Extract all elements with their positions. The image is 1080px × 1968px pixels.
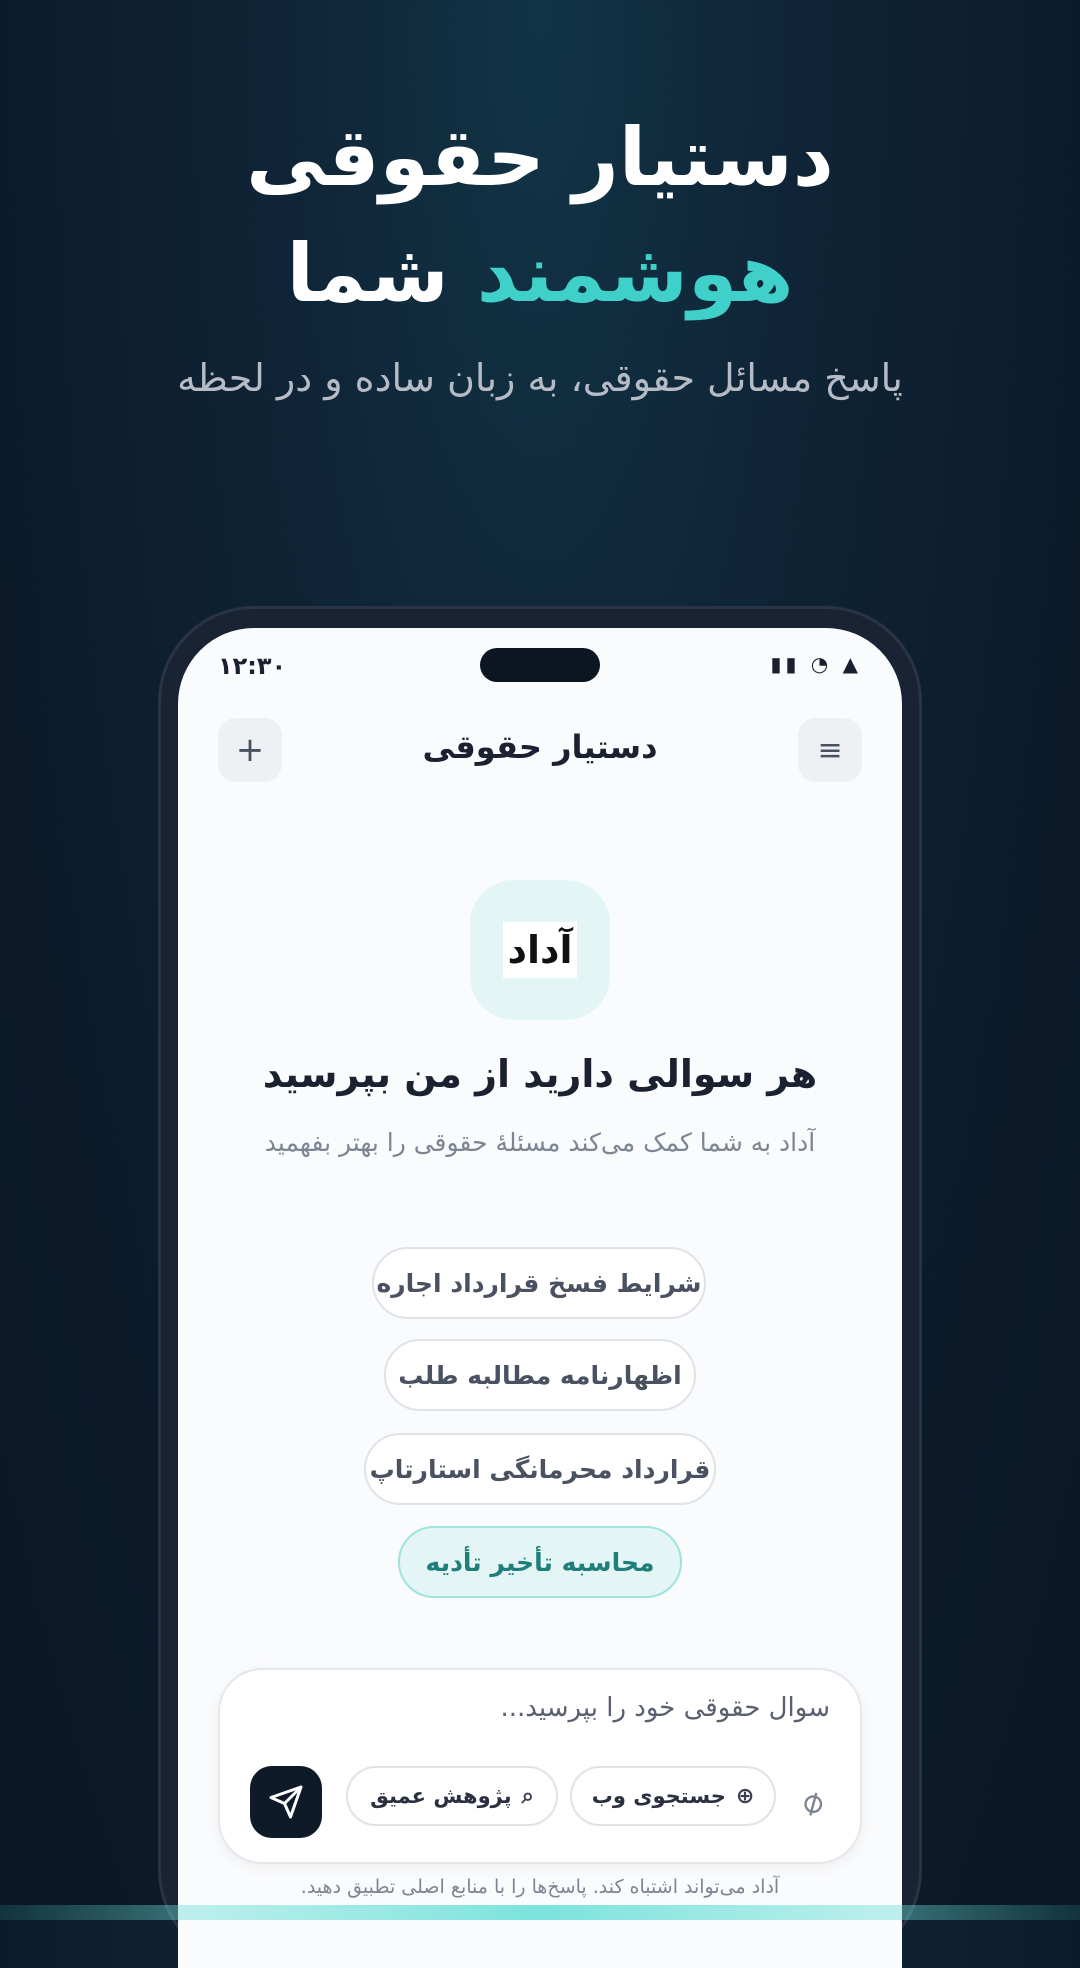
question-input[interactable] xyxy=(268,1692,832,1724)
status-icons: ▮▮ ◔ ▲ xyxy=(770,652,862,676)
welcome-heading: هر سوالی دارید از من بپرسید xyxy=(262,1052,818,1096)
search-icon: ⌕ xyxy=(521,1783,534,1809)
composer: ⌀ ⊕ جستجوی وب ⌕ پژوهش عمیق xyxy=(218,1668,862,1864)
send-paper-plane-icon xyxy=(269,1785,303,1819)
hero-title-line2: هوشمند شما xyxy=(0,216,1080,332)
clock-icon: ◔ xyxy=(810,652,833,676)
globe-icon: ⊕ xyxy=(735,1783,755,1809)
suggestion-chip[interactable]: قرارداد محرمانگی استارتاپ xyxy=(364,1433,716,1505)
suggestion-chip[interactable]: اظهارنامه مطالبه طلب xyxy=(384,1339,696,1411)
dynamic-island xyxy=(480,648,600,682)
hero-subtitle: پاسخ مسائل حقوقی، به زبان ساده و در لحظه xyxy=(177,356,903,400)
web-search-button[interactable]: ⊕ جستجوی وب xyxy=(570,1766,776,1826)
hero-title: دستیار حقوقی هوشمند شما xyxy=(0,100,1080,332)
logo-text: آداد xyxy=(503,922,577,978)
plus-icon: + xyxy=(235,730,265,770)
phone-screen: ۱۲:۳۰ ▮▮ ◔ ▲ ≡ دستیار حقوقی + آداد هر سو… xyxy=(178,628,902,1968)
wifi-triangle-icon: ▲ xyxy=(842,652,862,676)
suggestion-chip[interactable]: شرایط فسخ قرارداد اجاره xyxy=(372,1247,706,1319)
status-time: ۱۲:۳۰ xyxy=(218,652,287,680)
web-search-label: جستجوی وب xyxy=(591,1784,726,1808)
paperclip-icon[interactable]: ⌀ xyxy=(785,1775,840,1830)
hero-title-line1: دستیار حقوقی xyxy=(246,111,834,204)
app-title: دستیار حقوقی xyxy=(422,728,658,766)
hero-title-rest: شما xyxy=(286,227,449,320)
suggestion-chip-active[interactable]: محاسبه تأخیر تأدیه xyxy=(398,1526,682,1598)
hero-title-accent: هوشمند xyxy=(476,227,794,320)
app-logo: آداد xyxy=(470,880,610,1020)
new-chat-button[interactable]: + xyxy=(218,718,282,782)
deep-research-button[interactable]: ⌕ پژوهش عمیق xyxy=(346,1766,558,1826)
deep-research-label: پژوهش عمیق xyxy=(370,1784,512,1808)
disclaimer: آداد می‌تواند اشتباه کند. پاسخ‌ها را با … xyxy=(300,1876,780,1898)
send-button[interactable] xyxy=(250,1766,322,1838)
bottom-glow xyxy=(0,1905,1080,1920)
welcome-subtext: آداد به شما کمک می‌کند مسئلهٔ حقوقی را ب… xyxy=(264,1128,816,1157)
signal-bars-icon: ▮▮ xyxy=(770,652,801,676)
